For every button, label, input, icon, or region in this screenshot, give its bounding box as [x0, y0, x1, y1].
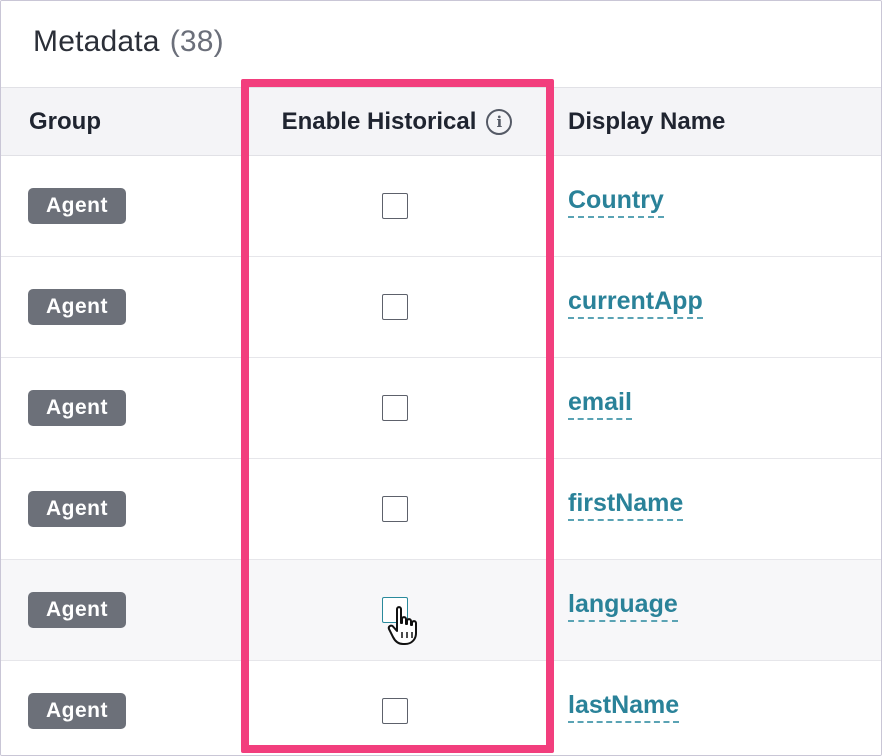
- panel-header: Metadata (38): [1, 1, 881, 88]
- column-header-group[interactable]: Group: [29, 88, 101, 156]
- group-badge: Agent: [28, 289, 126, 325]
- table-row: Agent firstName: [1, 459, 881, 560]
- enable-historical-checkbox[interactable]: [382, 496, 408, 522]
- display-name-link[interactable]: language: [568, 590, 678, 622]
- display-name-link[interactable]: lastName: [568, 691, 680, 723]
- table-row: Agent Country: [1, 156, 881, 257]
- info-icon[interactable]: i: [486, 109, 513, 135]
- table-row: Agent lastName: [1, 661, 881, 755]
- group-badge: Agent: [28, 390, 126, 426]
- enable-historical-checkbox[interactable]: [382, 395, 408, 421]
- metadata-panel: Metadata (38) Group Enable Historical i D…: [0, 0, 882, 756]
- group-badge: Agent: [28, 592, 126, 628]
- column-header-display-name[interactable]: Display Name: [568, 88, 725, 156]
- column-header-enable-historical[interactable]: Enable Historical i: [248, 88, 546, 156]
- enable-historical-checkbox[interactable]: [382, 193, 408, 219]
- group-badge: Agent: [28, 693, 126, 729]
- column-header-enable-historical-label: Enable Historical: [281, 108, 477, 135]
- display-name-link[interactable]: Country: [568, 186, 664, 218]
- table-row: Agent language: [1, 560, 881, 661]
- display-name-link[interactable]: email: [568, 388, 632, 420]
- group-badge: Agent: [28, 188, 126, 224]
- table-row: Agent email: [1, 358, 881, 459]
- enable-historical-checkbox[interactable]: [382, 698, 408, 724]
- hand-pointer-icon: [387, 606, 417, 645]
- display-name-link[interactable]: firstName: [568, 489, 684, 521]
- title-count: (38): [169, 25, 224, 58]
- table-row: Agent currentApp: [1, 257, 881, 358]
- title-label: Metadata: [33, 25, 160, 58]
- enable-historical-checkbox[interactable]: [382, 294, 408, 320]
- page-title: Metadata (38): [33, 25, 224, 59]
- group-badge: Agent: [28, 491, 126, 527]
- table-header: Group Enable Historical i Display Name: [1, 88, 881, 156]
- display-name-link[interactable]: currentApp: [568, 287, 703, 319]
